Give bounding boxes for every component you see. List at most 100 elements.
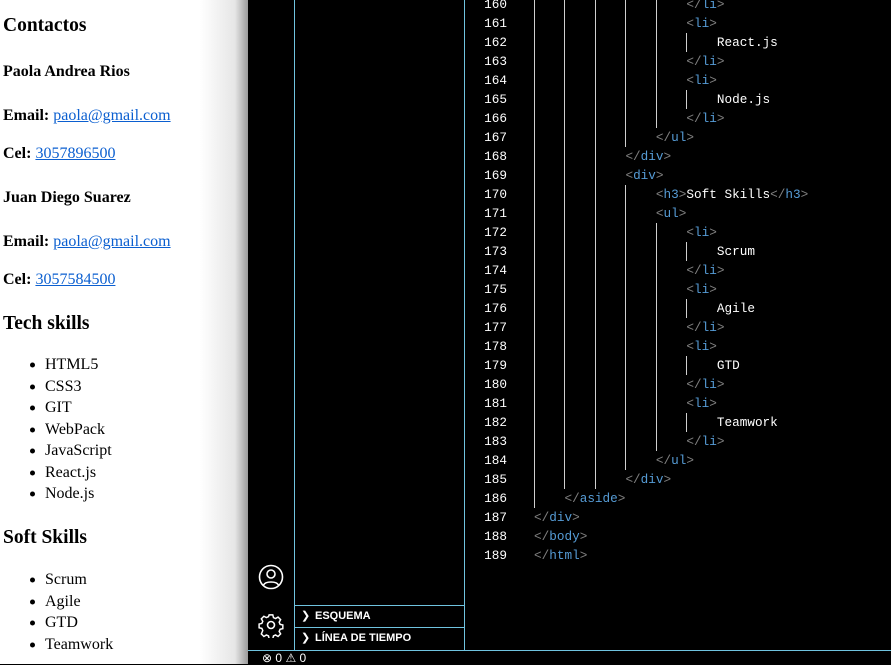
code-text: </div> [534,510,580,525]
cel-label: Cel: [3,145,32,162]
indent-guide [655,0,657,14]
line-number: 181 [484,396,507,411]
code-text: Scrum [716,244,755,259]
code-text: </li> [686,434,725,449]
indent-guide [625,0,627,14]
code-line: 176 Agile [465,299,891,318]
code-text: </li> [686,263,725,278]
code-text: </li> [686,111,725,126]
code-line: 167 </ul> [465,128,891,147]
code-text: </li> [686,377,725,392]
timeline-section[interactable]: ❯ LÍNEA DE TIEMPO [295,627,464,649]
email-label: Email: [3,233,50,250]
indent-guide [594,451,596,470]
indent-guide [594,413,596,432]
problems-indicator[interactable]: ⊗ 0 ⚠ 0 [262,651,306,665]
indent-guide [534,166,535,185]
indent-guide [564,356,566,375]
indent-guide [564,0,566,14]
indent-guide [686,299,688,318]
code-editor[interactable]: 160 </li> 161 <li> 162 React.js 163 </li> 164 <li… [465,0,891,650]
email-link[interactable]: paola@gmail.com [53,107,170,124]
indent-guide [594,261,596,280]
line-number: 168 [484,149,507,164]
indent-guide [564,109,566,128]
indent-guide [534,318,535,337]
outline-label: ESQUEMA [315,610,371,622]
code-line: 170 <h3>Soft Skills</h3> [465,185,891,204]
code-text: <li> [686,396,717,411]
cel-link[interactable]: 3057584500 [35,271,115,288]
account-icon[interactable] [258,564,284,590]
indent-guide [625,14,627,33]
code-line: 184 </ul> [465,451,891,470]
browser-preview: Contactos Paola Andrea Rios Email: paola… [0,0,248,664]
indent-guide [625,280,627,299]
indent-guide [655,33,657,52]
indent-guide [534,14,535,33]
indent-guide [594,356,596,375]
indent-guide [594,223,596,242]
indent-guide [534,109,535,128]
indent-guide [564,413,566,432]
warning-icon: ⚠ [285,651,297,665]
indent-guide [655,261,657,280]
indent-guide [655,90,657,109]
indent-guide [534,489,535,508]
indent-guide [594,318,596,337]
indent-guide [655,109,657,128]
outline-section[interactable]: ❯ ESQUEMA [295,605,464,627]
contact-email: Email: paola@gmail.com [3,107,171,125]
indent-guide [534,299,535,318]
indent-guide [594,33,596,52]
email-link[interactable]: paola@gmail.com [53,233,170,250]
indent-guide [564,166,566,185]
indent-guide [594,375,596,394]
indent-guide [625,318,627,337]
indent-guide [564,185,566,204]
indent-guide [625,33,627,52]
skill-list-item: Node.js [45,485,95,502]
indent-guide [564,223,566,242]
indent-guide [564,432,566,451]
indent-guide [625,261,627,280]
indent-guide [534,432,535,451]
code-line: 161 <li> [465,14,891,33]
code-line: 164 <li> [465,71,891,90]
indent-guide [564,71,566,90]
indent-guide [625,128,627,147]
indent-guide [655,223,657,242]
code-text: <ul> [655,206,687,221]
indent-guide [534,147,535,166]
indent-guide [534,261,535,280]
indent-guide [655,432,657,451]
skill-list-item: GIT [45,399,72,416]
indent-guide [594,280,596,299]
indent-guide [625,204,627,223]
line-number: 183 [484,434,507,449]
code-line: 160 </li> [465,0,891,14]
status-bar: ⊗ 0 ⚠ 0 [248,650,891,665]
code-text: <h3>Soft Skills</h3> [655,187,809,202]
indent-guide [625,375,627,394]
timeline-label: LÍNEA DE TIEMPO [315,632,412,644]
indent-guide [564,470,566,489]
indent-guide [625,52,627,71]
indent-guide [564,280,566,299]
indent-guide [564,375,566,394]
chevron-right-icon: ❯ [301,610,311,622]
indent-guide [655,356,657,375]
skill-list-item: Scrum [45,571,87,588]
indent-guide [686,90,688,109]
code-text: </div> [625,149,672,164]
skill-list-item: GTD [45,614,78,631]
code-line: 185 </div> [465,470,891,489]
settings-gear-icon[interactable] [258,612,284,638]
indent-guide [625,242,627,261]
code-text: </ul> [655,453,694,468]
error-icon: ⊗ [262,651,273,665]
cel-link[interactable]: 3057896500 [35,145,115,162]
code-text: React.js [716,35,778,50]
indent-guide [564,318,566,337]
line-number: 162 [484,35,507,50]
